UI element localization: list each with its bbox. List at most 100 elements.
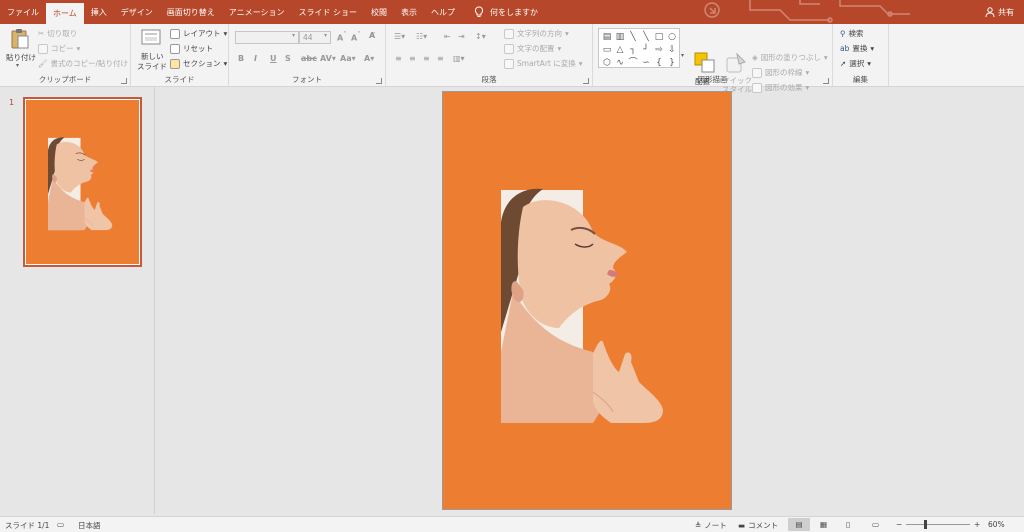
language-indicator[interactable]: 日本語 <box>78 520 101 531</box>
tab-help[interactable]: ヘルプ <box>424 0 462 24</box>
smartart-button[interactable]: SmartArt に変換 ▾ <box>504 58 583 69</box>
slideshow-view-icon[interactable]: ▭ <box>872 520 879 529</box>
clipboard-launcher[interactable] <box>121 78 127 84</box>
notes-button[interactable]: ≜ ノート <box>695 520 727 531</box>
elbow-connector2-icon[interactable]: ┘ <box>640 44 652 56</box>
copy-button[interactable]: コピー ▾ <box>38 43 80 54</box>
share-button[interactable]: 共有 <box>985 0 1014 24</box>
tab-file[interactable]: ファイル <box>0 0 46 24</box>
justify-icon[interactable]: ≡ <box>437 54 444 63</box>
change-case-icon[interactable]: Aa▾ <box>340 54 356 63</box>
font-color-icon[interactable]: A▾ <box>364 54 374 63</box>
char-spacing-icon[interactable]: AV▾ <box>320 54 336 63</box>
clear-format-icon[interactable]: A̸ <box>369 31 375 40</box>
arrange-button[interactable]: 配置 <box>695 76 710 87</box>
underline-icon[interactable]: U <box>270 54 277 63</box>
align-left-icon[interactable]: ≡ <box>395 54 402 63</box>
reading-view-icon[interactable]: ▯ <box>846 520 850 529</box>
comments-button[interactable]: ▬ コメント <box>738 520 778 531</box>
elbow-connector-icon[interactable]: ┐ <box>627 44 639 56</box>
font-size-select[interactable]: 44 ▾ <box>299 31 331 44</box>
strikethrough-icon[interactable]: abc <box>301 54 317 63</box>
select-button[interactable]: ➚ 選択 ▾ <box>840 58 871 69</box>
shrink-font-icon[interactable]: Aˇ <box>351 31 361 43</box>
bold-icon[interactable]: B <box>238 54 244 63</box>
triangle-shape-icon[interactable]: △ <box>614 44 626 56</box>
vertical-textbox-shape-icon[interactable]: ▥ <box>614 31 626 43</box>
slide-sorter-icon[interactable]: ▦ <box>820 520 827 529</box>
columns-icon[interactable]: ▥▾ <box>453 54 465 63</box>
tab-insert[interactable]: 挿入 <box>84 0 114 24</box>
quick-styles-icon[interactable] <box>725 52 747 74</box>
text-direction-button[interactable]: 文字列の方向 ▾ <box>504 28 569 39</box>
arrow-down-shape-icon[interactable]: ⇩ <box>666 44 678 56</box>
hexagon-shape-icon[interactable]: ⬡ <box>601 57 613 69</box>
numbering-icon[interactable]: ☷▾ <box>416 32 427 41</box>
rectangle-shape-icon[interactable]: □ <box>653 31 665 43</box>
curve-shape-icon[interactable]: ∿ <box>614 57 626 69</box>
spell-check-icon[interactable]: ▭ <box>57 520 64 529</box>
font-launcher[interactable] <box>376 78 382 84</box>
zoom-slider[interactable] <box>906 524 970 525</box>
tab-transitions[interactable]: 画面切り替え <box>160 0 222 24</box>
tab-slideshow[interactable]: スライド ショー <box>291 0 364 24</box>
paste-button[interactable]: 貼り付け <box>6 52 36 63</box>
shape-effects-button[interactable]: 図形の効果 ▾ <box>752 82 809 93</box>
reset-button[interactable]: リセット <box>170 43 213 54</box>
new-slide-button[interactable]: スライド▾ <box>137 61 174 72</box>
arrange-icon[interactable] <box>694 52 716 74</box>
zoom-in-icon[interactable]: + <box>974 520 980 529</box>
tab-view[interactable]: 表示 <box>394 0 424 24</box>
tab-animations[interactable]: アニメーション <box>222 0 292 24</box>
drawing-launcher[interactable] <box>823 78 829 84</box>
replace-button[interactable]: ab 置換 ▾ <box>840 43 874 54</box>
increase-indent-icon[interactable]: ⇥ <box>458 32 465 41</box>
align-right-icon[interactable]: ≡ <box>423 54 430 63</box>
zoom-out-icon[interactable]: − <box>896 520 902 529</box>
line2-shape-icon[interactable]: ╲ <box>640 31 652 43</box>
slide-thumbnail[interactable] <box>23 97 142 267</box>
paint-bucket-icon: ◈ <box>752 53 758 62</box>
shapes-more-icon[interactable]: ▾ <box>681 52 684 59</box>
tab-design[interactable]: デザイン <box>114 0 160 24</box>
slide-canvas[interactable] <box>442 91 732 510</box>
copy-label: コピー <box>51 44 74 53</box>
layout-button[interactable]: レイアウト ▾ <box>170 28 227 39</box>
new-slide-icon[interactable] <box>141 27 163 49</box>
italic-icon[interactable]: I <box>254 54 257 63</box>
line-spacing-icon[interactable]: ↕▾ <box>475 32 486 41</box>
format-painter-button[interactable]: 🖌 書式のコピー/貼り付け <box>38 58 128 69</box>
decrease-indent-icon[interactable]: ⇤ <box>444 32 451 41</box>
brace-right-shape-icon[interactable]: } <box>666 57 678 69</box>
brace-left-shape-icon[interactable]: { <box>653 57 665 69</box>
shapes-gallery[interactable]: ▤ ▥ ╲ ╲ □ ○ ▭ △ ┐ ┘ ⇨ ⇩ ⬡ ∿ ⌒ ∽ { } <box>598 28 680 68</box>
textbox-shape-icon[interactable]: ▤ <box>601 31 613 43</box>
rounded-rect-shape-icon[interactable]: ▭ <box>601 44 613 56</box>
align-center-icon[interactable]: ≡ <box>409 54 416 63</box>
woman-profile-image[interactable] <box>443 92 732 510</box>
wave-shape-icon[interactable]: ∽ <box>640 57 652 69</box>
line-shape-icon[interactable]: ╲ <box>627 31 639 43</box>
tell-me-box[interactable]: 何をしますか <box>462 0 538 24</box>
tab-review[interactable]: 校閲 <box>364 0 394 24</box>
zoom-slider-thumb[interactable] <box>924 520 927 529</box>
normal-view-icon[interactable]: ▤ <box>788 518 810 531</box>
align-text-button[interactable]: 文字の配置 ▾ <box>504 43 561 54</box>
shadow-icon[interactable]: S <box>285 54 291 63</box>
grow-font-icon[interactable]: Aˆ <box>337 31 347 43</box>
shape-outline-button[interactable]: 図形の枠線 ▾ <box>752 67 809 78</box>
paste-dropdown[interactable]: ▾ <box>16 62 19 69</box>
shape-fill-button[interactable]: ◈ 図形の塗りつぶし ▾ <box>752 52 828 63</box>
section-button[interactable]: セクション ▾ <box>170 58 227 69</box>
paste-icon[interactable] <box>10 28 30 50</box>
bullets-icon[interactable]: ☰▾ <box>394 32 405 41</box>
cut-button[interactable]: ✂ 切り取り <box>38 28 77 39</box>
tab-home[interactable]: ホーム <box>46 3 84 24</box>
arrow-right-shape-icon[interactable]: ⇨ <box>653 44 665 56</box>
paragraph-launcher[interactable] <box>583 78 589 84</box>
find-button[interactable]: ⚲ 検索 <box>840 28 864 39</box>
font-name-select[interactable]: ▾ <box>235 31 299 44</box>
oval-shape-icon[interactable]: ○ <box>666 31 678 43</box>
zoom-level[interactable]: 60% <box>988 520 1005 529</box>
arc-shape-icon[interactable]: ⌒ <box>627 57 639 69</box>
